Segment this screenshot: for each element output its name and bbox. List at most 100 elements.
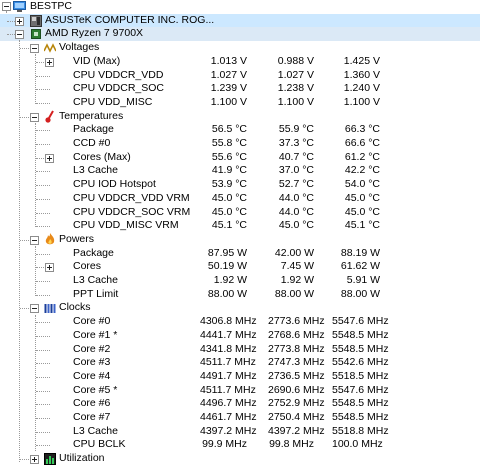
sensor-max: 45.1 °C [344, 219, 380, 232]
sensor-max: 61.62 W [340, 260, 380, 273]
sensor-row[interactable]: L3 Cache 4397.2 MHz 4397.2 MHz 5518.8 MH… [0, 425, 480, 439]
sensor-label: Core #4 [73, 369, 111, 382]
sensor-row[interactable]: CPU VDDCR_SOC 1.239 V 1.238 V 1.240 V [0, 82, 480, 96]
root-label: BESTPC [30, 0, 73, 12]
sensor-row[interactable]: Package 87.95 W 42.00 W 88.19 W [0, 247, 480, 261]
sensor-max: 5547.6 MHz [332, 315, 389, 328]
sensor-row[interactable]: Core #6 4496.7 MHz 2752.9 MHz 5548.5 MHz [0, 397, 480, 411]
sensor-value: 55.6 °C [211, 150, 247, 163]
sensor-row[interactable]: L3 Cache 1.92 W 1.92 W 5.91 W [0, 274, 480, 288]
sensor-value: 1.027 V [210, 68, 247, 81]
cpu-chip-icon [30, 28, 42, 40]
sensor-min: 7.45 W [280, 260, 314, 273]
device-label: AMD Ryzen 7 9700X [45, 27, 144, 40]
sensor-min: 4397.2 MHz [268, 424, 325, 437]
sensor-min: 0.988 V [277, 54, 314, 67]
sensor-row[interactable]: Core #4 4491.7 MHz 2736.5 MHz 5518.5 MHz [0, 370, 480, 384]
sensor-min: 37.3 °C [278, 137, 314, 149]
sensor-min: 52.7 °C [278, 178, 314, 191]
sensor-max: 54.0 °C [344, 178, 380, 191]
sensor-row[interactable]: Core #5 * 4511.7 MHz 2690.6 MHz 5547.6 M… [0, 384, 480, 398]
sensor-row[interactable]: CPU VDDCR_SOC VRM 45.0 °C 44.0 °C 45.0 °… [0, 206, 480, 220]
sensor-value: 1.013 V [210, 54, 247, 67]
sensor-label: Package [73, 123, 114, 136]
sensor-max: 5548.5 MHz [332, 342, 389, 355]
sensor-row[interactable]: Core #2 4341.8 MHz 2773.8 MHz 5548.5 MHz [0, 343, 480, 357]
sensor-row[interactable]: CCD #0 55.8 °C 37.3 °C 66.6 °C [0, 137, 480, 151]
sensor-row[interactable]: CPU IOD Hotspot 53.9 °C 52.7 °C 54.0 °C [0, 178, 480, 192]
sensor-label: CPU IOD Hotspot [73, 178, 156, 191]
collapse-toggle[interactable] [30, 304, 39, 314]
expand-toggle[interactable] [45, 153, 54, 163]
sensor-label: Core #2 [73, 342, 111, 355]
sensor-row[interactable]: Package 56.5 °C 55.9 °C 66.3 °C [0, 123, 480, 137]
tree-root-row[interactable]: BESTPC [0, 0, 480, 14]
sensor-value: 1.92 W [213, 274, 247, 286]
sensor-value: 4461.7 MHz [200, 411, 257, 423]
section-clocks[interactable]: Clocks [0, 301, 480, 315]
collapse-toggle[interactable] [15, 30, 24, 40]
sensor-row[interactable]: PPT Limit 88.00 W 88.00 W 88.00 W [0, 288, 480, 302]
sensor-max: 88.19 W [340, 246, 380, 259]
sensor-value: 55.8 °C [211, 137, 247, 149]
sensor-row[interactable]: Core #3 4511.7 MHz 2747.3 MHz 5542.6 MHz [0, 356, 480, 370]
sensor-label: VID (Max) [73, 54, 121, 67]
collapse-toggle[interactable] [30, 44, 39, 54]
sensor-row[interactable]: Core #7 4461.7 MHz 2750.4 MHz 5548.5 MHz [0, 411, 480, 425]
device-row-motherboard[interactable]: ASUSTeK COMPUTER INC. ROG... [0, 13, 480, 28]
sensor-min: 99.8 MHz [269, 438, 314, 451]
sensor-row[interactable]: Core #0 4306.8 MHz 2773.6 MHz 5547.6 MHz [0, 315, 480, 329]
sensor-value: 56.5 °C [211, 123, 247, 136]
sensor-label: Core #0 [73, 315, 111, 328]
sensor-max: 5542.6 MHz [332, 356, 389, 369]
sensor-label: CPU VDD_MISC [73, 95, 153, 108]
sensor-min: 44.0 °C [278, 205, 314, 218]
sensor-label: L3 Cache [73, 424, 118, 437]
section-voltages[interactable]: Voltages [0, 41, 480, 55]
sensor-value: 4441.7 MHz [200, 328, 257, 341]
sensor-value: 50.19 W [207, 260, 247, 273]
expand-toggle[interactable] [15, 16, 24, 26]
section-utilization[interactable]: Utilization [0, 452, 480, 466]
clock-bars-icon [44, 302, 56, 314]
sensor-max: 42.2 °C [344, 164, 380, 177]
sensor-value: 4511.7 MHz [200, 356, 256, 369]
sensor-label: Core #7 [73, 411, 111, 423]
sensor-row[interactable]: CPU VDD_MISC 1.100 V 1.100 V 1.100 V [0, 96, 480, 110]
sensor-row[interactable]: Cores 50.19 W 7.45 W 61.62 W [0, 260, 480, 274]
sensor-value: 53.9 °C [211, 178, 247, 191]
utilization-bars-icon [44, 453, 56, 466]
sensor-row[interactable]: CPU BCLK 99.9 MHz 99.8 MHz 100.0 MHz [0, 438, 480, 452]
sensor-value: 4306.8 MHz [200, 315, 257, 328]
sensor-row[interactable]: L3 Cache 41.9 °C 37.0 °C 42.2 °C [0, 164, 480, 178]
sensor-row[interactable]: CPU VDDCR_VDD 1.027 V 1.027 V 1.360 V [0, 69, 480, 83]
expand-toggle[interactable] [45, 57, 54, 67]
sensor-min: 2747.3 MHz [268, 356, 325, 369]
device-row-cpu[interactable]: AMD Ryzen 7 9700X [0, 27, 480, 42]
sensor-row[interactable]: Cores (Max) 55.6 °C 40.7 °C 61.2 °C [0, 151, 480, 165]
sensor-row[interactable]: VID (Max) 1.013 V 0.988 V 1.425 V [0, 55, 480, 69]
section-powers[interactable]: Powers [0, 232, 480, 247]
sensor-row[interactable]: CPU VDDCR_VDD VRM 45.0 °C 44.0 °C 45.0 °… [0, 192, 480, 206]
sensor-row[interactable]: Core #1 * 4441.7 MHz 2768.6 MHz 5548.5 M… [0, 329, 480, 343]
sensor-max: 45.0 °C [344, 191, 380, 204]
sensor-max: 5548.5 MHz [332, 397, 389, 410]
sensor-max: 5547.6 MHz [332, 383, 389, 396]
section-temperatures[interactable]: Temperatures [0, 110, 480, 124]
sensor-label: CPU VDDCR_VDD [73, 68, 164, 81]
sensor-max: 66.3 °C [344, 123, 380, 136]
sensor-min: 88.00 W [274, 287, 314, 300]
sensor-min: 42.00 W [274, 246, 314, 259]
motherboard-icon [30, 14, 42, 27]
collapse-toggle[interactable] [30, 235, 39, 245]
collapse-toggle[interactable] [30, 112, 39, 122]
expand-toggle[interactable] [45, 263, 54, 273]
sensor-row[interactable]: CPU VDD_MISC VRM 45.1 °C 45.0 °C 45.1 °C [0, 219, 480, 233]
sensor-label: Core #5 * [73, 383, 118, 396]
sensor-min: 1.238 V [277, 82, 314, 95]
sensor-min: 44.0 °C [278, 191, 314, 204]
sensor-max: 5548.5 MHz [332, 328, 389, 341]
collapse-toggle[interactable] [2, 2, 11, 11]
sensor-max: 45.0 °C [344, 205, 380, 218]
expand-toggle[interactable] [30, 455, 39, 465]
